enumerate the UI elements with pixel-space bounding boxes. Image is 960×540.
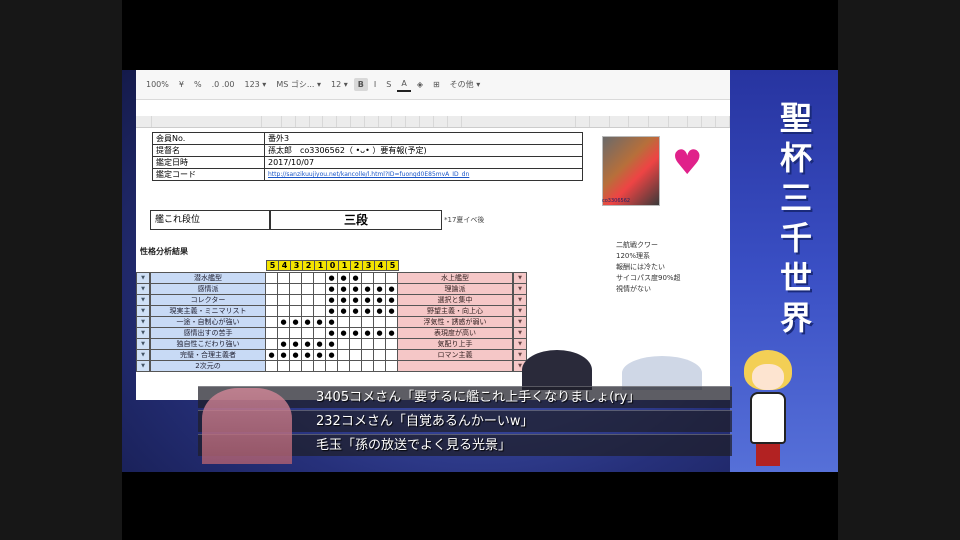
trait-left-label: 2次元の <box>150 360 266 372</box>
diagnosis-link[interactable]: http://sanzikuujiyou.net/kancolle/l.html… <box>264 168 583 181</box>
column-header[interactable] <box>420 116 434 127</box>
column-header[interactable] <box>152 116 263 127</box>
info-value[interactable]: 番外3 <box>264 132 583 145</box>
mascot-body <box>750 392 786 444</box>
column-header[interactable] <box>262 116 282 127</box>
trait-right-label <box>397 360 513 372</box>
fill-color-icon[interactable]: ◈ <box>413 78 427 91</box>
decimals-button[interactable]: .0 .00 <box>208 78 239 91</box>
font-select[interactable]: MS ゴシ... ▾ <box>272 77 325 92</box>
letterbox-right <box>838 0 960 540</box>
table-row: 会員No. 番外3 <box>152 132 583 145</box>
table-row: 鑑定コード http://sanzikuujiyou.net/kancolle/… <box>152 168 583 181</box>
heart-icon: ♥ <box>672 143 703 183</box>
column-header[interactable] <box>590 116 610 127</box>
column-header[interactable] <box>629 116 649 127</box>
text-color-button[interactable]: A <box>397 77 411 92</box>
column-header[interactable] <box>406 116 421 127</box>
mascot-character <box>738 350 796 468</box>
row-dropdown-icon[interactable]: ▼ <box>136 360 150 372</box>
strikethrough-button[interactable]: S <box>382 78 395 91</box>
spreadsheet-toolbar: 100% ¥ % .0 .00 123 ▾ MS ゴシ... ▾ 12 ▾ B … <box>136 70 730 100</box>
number-format-select[interactable]: 123 ▾ <box>240 78 270 91</box>
column-header[interactable] <box>351 116 365 127</box>
analysis-title: 性格分析結果 <box>140 247 188 256</box>
mascot-face <box>752 364 784 390</box>
column-header[interactable] <box>323 116 338 127</box>
rank-value[interactable]: 三段 <box>270 210 442 230</box>
column-header[interactable] <box>392 116 407 127</box>
info-key: 鑑定コード <box>152 168 265 181</box>
column-header[interactable] <box>702 116 717 127</box>
avatar-caption: co3306562 <box>602 198 631 204</box>
side-note: 視情がない <box>616 285 651 293</box>
rank-label: 艦これ段位 <box>150 210 270 230</box>
column-header[interactable] <box>688 116 703 127</box>
italic-button[interactable]: I <box>370 78 380 91</box>
currency-button[interactable]: ¥ <box>175 78 188 91</box>
column-header[interactable] <box>462 116 576 127</box>
side-note: サイコパス度90%超 <box>616 274 681 282</box>
info-key: 鑑定日時 <box>152 156 265 169</box>
column-header[interactable] <box>610 116 630 127</box>
more-menu[interactable]: その他 ▾ <box>446 77 485 92</box>
table-row: ▼ 2次元の ▼ <box>136 360 527 372</box>
info-key: 会員No. <box>152 132 265 145</box>
borders-icon[interactable]: ⊞ <box>429 78 444 91</box>
character-portrait-dark <box>522 350 592 390</box>
column-header[interactable] <box>282 116 296 127</box>
column-header[interactable] <box>434 116 448 127</box>
column-header[interactable] <box>448 116 462 127</box>
column-header[interactable] <box>296 116 310 127</box>
column-header[interactable] <box>649 116 669 127</box>
column-header[interactable] <box>576 116 590 127</box>
font-size-select[interactable]: 12 ▾ <box>327 78 352 91</box>
column-header[interactable] <box>669 116 689 127</box>
spreadsheet-window[interactable]: 100% ¥ % .0 .00 123 ▾ MS ゴシ... ▾ 12 ▾ B … <box>136 70 730 400</box>
scale-cell: 5 <box>386 260 399 271</box>
column-header[interactable] <box>337 116 352 127</box>
side-note: 120%理系 <box>616 252 651 260</box>
info-value[interactable]: 孫太郎 co3306562（ •ᴗ• ）要有報(予定) <box>264 144 583 157</box>
mascot-legs <box>756 444 780 466</box>
column-header[interactable] <box>716 116 730 127</box>
rank-note: *17夏イベ後 <box>444 216 485 224</box>
column-header[interactable] <box>365 116 379 127</box>
channel-title: 聖杯三千世界 <box>779 99 812 337</box>
percent-button[interactable]: % <box>190 78 206 91</box>
trait-rows: ▼ 潜水艦型 ● ● ● 水上艦型 ▼ ▼ 感情派 ● ● ● ● ● ● 理論派 ▼ ▼ コレクター ● ● ● ● ● ● 選… <box>136 272 527 372</box>
info-value[interactable]: 2017/10/07 <box>264 156 583 169</box>
side-note: 二航戦クワー <box>616 241 658 249</box>
column-header[interactable] <box>136 116 152 127</box>
commenter-portrait <box>202 388 292 464</box>
video-frame[interactable]: 100% ¥ % .0 .00 123 ▾ MS ゴシ... ▾ 12 ▾ B … <box>122 70 838 472</box>
table-row: 提督名 孫太郎 co3306562（ •ᴗ• ）要有報(予定) <box>152 144 583 157</box>
letterbox-left <box>0 0 122 540</box>
column-header[interactable] <box>310 116 324 127</box>
column-header[interactable] <box>379 116 393 127</box>
column-headers <box>136 116 730 128</box>
zoom-select[interactable]: 100% <box>142 78 173 91</box>
table-row: 鑑定日時 2017/10/07 <box>152 156 583 169</box>
character-portrait-silver <box>622 356 702 390</box>
scale-header: 54321012345 <box>266 260 399 271</box>
info-table: 会員No. 番外3 提督名 孫太郎 co3306562（ •ᴗ• ）要有報(予定… <box>152 132 583 181</box>
bold-button[interactable]: B <box>353 78 368 91</box>
info-key: 提督名 <box>152 144 265 157</box>
side-notes: 二航戦クワー 120%理系報酬には冷たいサイコパス度90%超 視情がない <box>616 240 681 295</box>
side-note: 報酬には冷たい <box>616 263 665 271</box>
user-avatar <box>602 136 660 206</box>
